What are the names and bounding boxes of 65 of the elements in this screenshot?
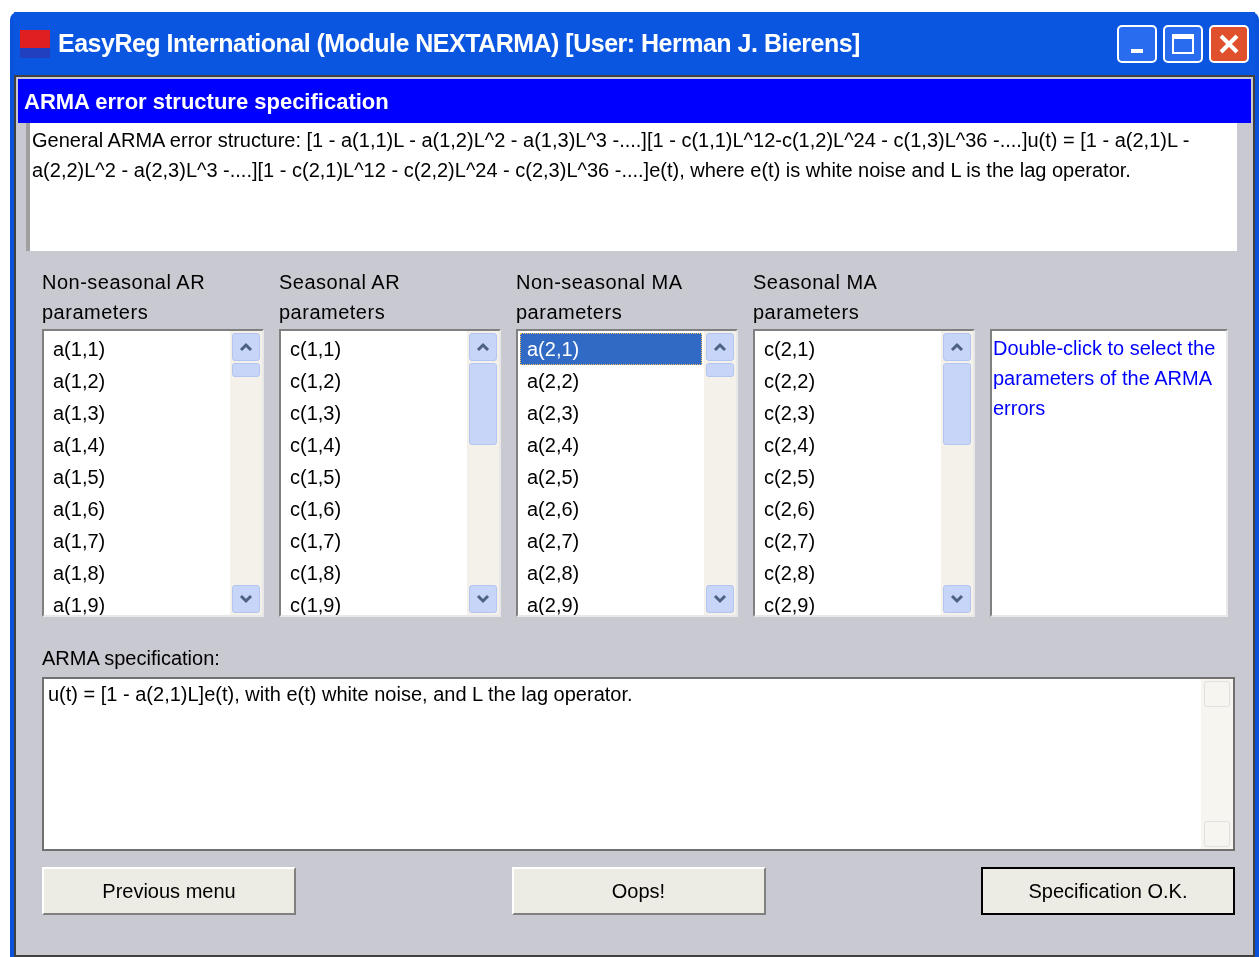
list-item[interactable]: a(1,4)	[46, 429, 228, 461]
list-item[interactable]: c(2,4)	[757, 429, 939, 461]
list-item[interactable]: a(2,2)	[520, 365, 702, 397]
scrollbar[interactable]	[230, 331, 262, 615]
list-item[interactable]: c(2,6)	[757, 493, 939, 525]
maximize-button[interactable]	[1163, 24, 1203, 63]
scroll-down-icon[interactable]	[943, 585, 971, 613]
scrollbar[interactable]	[467, 331, 499, 615]
scroll-up-icon[interactable]	[943, 333, 971, 361]
minimize-button[interactable]	[1117, 24, 1157, 63]
list-item[interactable]: c(1,7)	[283, 525, 465, 557]
scroll-up-icon[interactable]	[469, 333, 497, 361]
list-item[interactable]: c(2,7)	[757, 525, 939, 557]
list-item[interactable]: c(1,4)	[283, 429, 465, 461]
list-item[interactable]: a(2,7)	[520, 525, 702, 557]
list-item[interactable]: a(1,1)	[46, 333, 228, 365]
specification-text: u(t) = [1 - a(2,1)L]e(t), with e(t) white noise, and L the lag operator.	[47, 682, 634, 707]
scrollbar[interactable]	[941, 331, 973, 615]
scroll-thumb[interactable]	[469, 363, 497, 445]
scroll-thumb[interactable]	[706, 363, 734, 377]
list-item[interactable]: a(2,4)	[520, 429, 702, 461]
list-item[interactable]: c(2,2)	[757, 365, 939, 397]
scrollbar[interactable]	[704, 331, 736, 615]
list-item[interactable]: c(1,2)	[283, 365, 465, 397]
scrollbar[interactable]	[1201, 679, 1233, 849]
description-text: General ARMA error structure: [1 - a(1,1)L - a(1,2)L^2 - a(1,3)L^3 -....][1 - c(1,1)L^12-c(1,2)L^24 - c(1,3)L^36 -....]u(t) = [1 - a(2,1)L - a(2,2)L^2 - a(2,3)L^3 -....][1 - c(2,1)L^12 - c(2,2)L^24 - c(2,3)L^36 -....]e(t), where e(t) is white noise and L is the lag operator.	[26, 123, 1237, 251]
list-item[interactable]: a(1,8)	[46, 557, 228, 589]
hint-text: Double-click to select the parameters of the ARMA errors	[990, 329, 1228, 617]
list-item[interactable]: c(1,6)	[283, 493, 465, 525]
list-item[interactable]: c(1,5)	[283, 461, 465, 493]
close-icon	[1218, 32, 1240, 55]
list-item[interactable]: a(1,7)	[46, 525, 228, 557]
list-item[interactable]: c(2,5)	[757, 461, 939, 493]
scroll-thumb[interactable]	[232, 363, 260, 377]
close-button[interactable]	[1209, 24, 1249, 63]
scroll-down-icon[interactable]	[706, 585, 734, 613]
list-item[interactable]: a(1,5)	[46, 461, 228, 493]
list-item[interactable]: c(2,8)	[757, 557, 939, 589]
list-item[interactable]: a(2,3)	[520, 397, 702, 429]
list-item[interactable]: a(2,8)	[520, 557, 702, 589]
list-item[interactable]: a(1,2)	[46, 365, 228, 397]
list-item[interactable]: a(2,5)	[520, 461, 702, 493]
app-logo-icon	[20, 29, 50, 58]
section-header: ARMA error structure specification	[18, 79, 1251, 123]
list-item[interactable]: a(2,1)	[520, 333, 702, 365]
window-title: EasyReg International (Module NEXTARMA) [User: Herman J. Bierens]	[58, 27, 861, 59]
scroll-down-icon[interactable]	[469, 585, 497, 613]
list-item[interactable]: c(1,1)	[283, 333, 465, 365]
dialog-button[interactable]: Oops!	[511, 867, 766, 915]
list-item[interactable]: c(1,8)	[283, 557, 465, 589]
list-label: Non-seasonal MA parameters	[516, 270, 683, 325]
list-item[interactable]: c(1,3)	[283, 397, 465, 429]
list-item[interactable]: a(2,6)	[520, 493, 702, 525]
list-item[interactable]: c(2,3)	[757, 397, 939, 429]
specification-label: ARMA specification:	[42, 646, 221, 671]
dialog-button[interactable]: Specification O.K.	[981, 867, 1235, 915]
specification-field[interactable]: u(t) = [1 - a(2,1)L]e(t), with e(t) white noise, and L the lag operator.	[42, 677, 1235, 851]
list-item[interactable]: a(1,6)	[46, 493, 228, 525]
list-item[interactable]: a(1,3)	[46, 397, 228, 429]
scroll-up-icon[interactable]	[232, 333, 260, 361]
scroll-thumb[interactable]	[943, 363, 971, 445]
dialog-button[interactable]: Previous menu	[42, 867, 296, 915]
scroll-up-icon[interactable]	[706, 333, 734, 361]
list-item[interactable]: c(2,1)	[757, 333, 939, 365]
scroll-down-icon[interactable]	[232, 585, 260, 613]
